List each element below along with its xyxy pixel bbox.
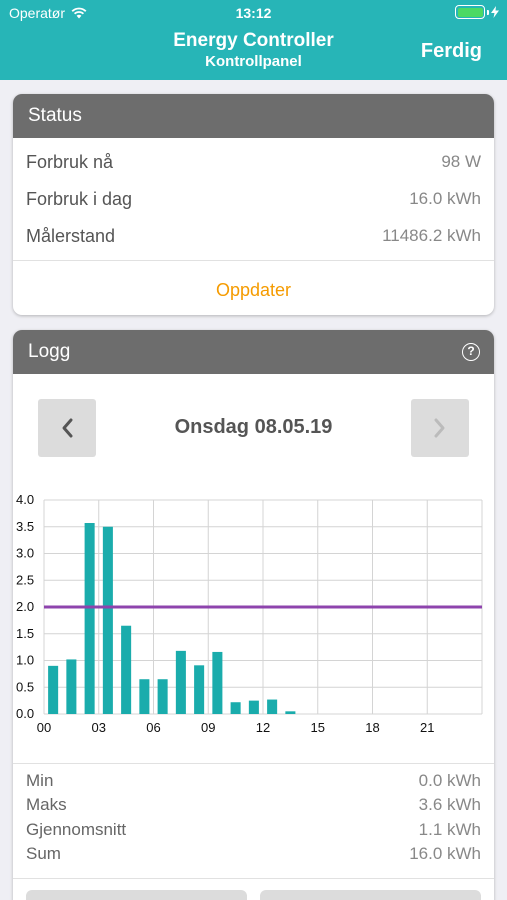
- status-card: Status Forbruk nå 98 W Forbruk i dag 16.…: [13, 94, 494, 315]
- chart-bar: [248, 700, 259, 714]
- x-tick-label: 06: [146, 720, 160, 735]
- status-label: Forbruk nå: [26, 151, 114, 172]
- battery-icon: [455, 5, 499, 19]
- bottom-right-button[interactable]: [260, 890, 481, 900]
- divider: [13, 763, 494, 764]
- x-tick-label: 12: [256, 720, 270, 735]
- x-tick-label: 00: [37, 720, 51, 735]
- stat-label: Gjennomsnitt: [26, 820, 127, 839]
- chevron-left-icon: [62, 418, 73, 438]
- log-title: Logg: [28, 341, 71, 362]
- clock: 13:12: [235, 5, 272, 21]
- navigation-bar: Energy Controller Kontrollpanel Ferdig: [0, 26, 507, 80]
- divider: [13, 260, 494, 261]
- y-tick-label: 3.0: [16, 546, 34, 561]
- status-value: 16.0 kWh: [409, 189, 481, 208]
- chart-bar: [84, 523, 95, 714]
- log-card: Logg ? Onsdag 08.05.19 0.0 0.5 1.0 1.5 2.0 2.…: [13, 330, 494, 900]
- previous-day-button[interactable]: [38, 399, 96, 457]
- stat-sum: Sum 16.0 kWh: [26, 843, 481, 865]
- chart-bar: [102, 526, 113, 714]
- y-tick-label: 4.0: [16, 492, 34, 507]
- chevron-right-icon: [434, 418, 445, 438]
- bottom-left-button[interactable]: [26, 890, 247, 900]
- chart-bar: [121, 625, 132, 714]
- stat-label: Maks: [26, 795, 67, 814]
- done-button[interactable]: Ferdig: [421, 40, 482, 63]
- status-row-now: Forbruk nå 98 W: [26, 147, 481, 177]
- date-label: Onsdag 08.05.19: [174, 416, 333, 438]
- stat-max: Maks 3.6 kWh: [26, 794, 481, 816]
- stat-value: 1.1 kWh: [418, 820, 481, 839]
- stat-value: 16.0 kWh: [409, 844, 481, 863]
- chart-bar: [230, 702, 241, 714]
- status-bar: Operatør 13:12: [0, 0, 507, 26]
- status-header: Status: [13, 94, 494, 138]
- chart-bar: [157, 679, 168, 714]
- stat-min: Min 0.0 kWh: [26, 770, 481, 792]
- next-day-button[interactable]: [411, 399, 469, 457]
- y-tick-label: 0.5: [16, 679, 34, 694]
- charging-icon: [491, 6, 499, 18]
- status-label: Målerstand: [26, 225, 116, 246]
- y-tick-label: 2.5: [16, 572, 34, 587]
- x-tick-label: 03: [92, 720, 106, 735]
- y-tick-label: 1.0: [16, 653, 34, 668]
- status-value: 98 W: [441, 152, 481, 171]
- status-row-today: Forbruk i dag 16.0 kWh: [26, 184, 481, 214]
- status-value: 11486.2 kWh: [382, 226, 481, 245]
- stat-value: 3.6 kWh: [418, 795, 481, 814]
- x-tick-label: 18: [365, 720, 379, 735]
- chart-bar: [212, 651, 223, 714]
- x-tick-label: 09: [201, 720, 215, 735]
- y-tick-label: 0.0: [16, 706, 34, 721]
- consumption-chart: 0.0 0.5 1.0 1.5 2.0 2.5 3.0 3.5 4.0 00 03 06 09 12 15 1…: [13, 490, 494, 750]
- chart-bar: [48, 665, 59, 714]
- chart-bar: [194, 665, 205, 714]
- x-tick-label: 21: [420, 720, 434, 735]
- y-tick-label: 3.5: [16, 519, 34, 534]
- log-header: Logg ?: [13, 330, 494, 374]
- stat-average: Gjennomsnitt 1.1 kWh: [26, 819, 481, 841]
- x-tick-label: 15: [311, 720, 325, 735]
- chart-bar: [139, 679, 150, 714]
- chart-bar: [66, 659, 77, 714]
- y-tick-label: 1.5: [16, 626, 34, 641]
- y-tick-label: 2.0: [16, 599, 34, 614]
- stat-label: Sum: [26, 844, 61, 863]
- status-row-meter: Målerstand 11486.2 kWh: [26, 221, 481, 251]
- divider: [13, 878, 494, 879]
- stat-label: Min: [26, 771, 54, 790]
- chart-bar: [285, 711, 296, 714]
- chart-bar: [175, 650, 186, 714]
- help-icon[interactable]: ?: [462, 343, 480, 361]
- stat-value: 0.0 kWh: [418, 771, 481, 790]
- chart-bar: [267, 699, 278, 714]
- chart-svg: 0.0 0.5 1.0 1.5 2.0 2.5 3.0 3.5 4.0 00 03 06 09 12 15 1…: [16, 492, 483, 735]
- update-button[interactable]: Oppdater: [13, 270, 494, 310]
- status-label: Forbruk i dag: [26, 188, 133, 209]
